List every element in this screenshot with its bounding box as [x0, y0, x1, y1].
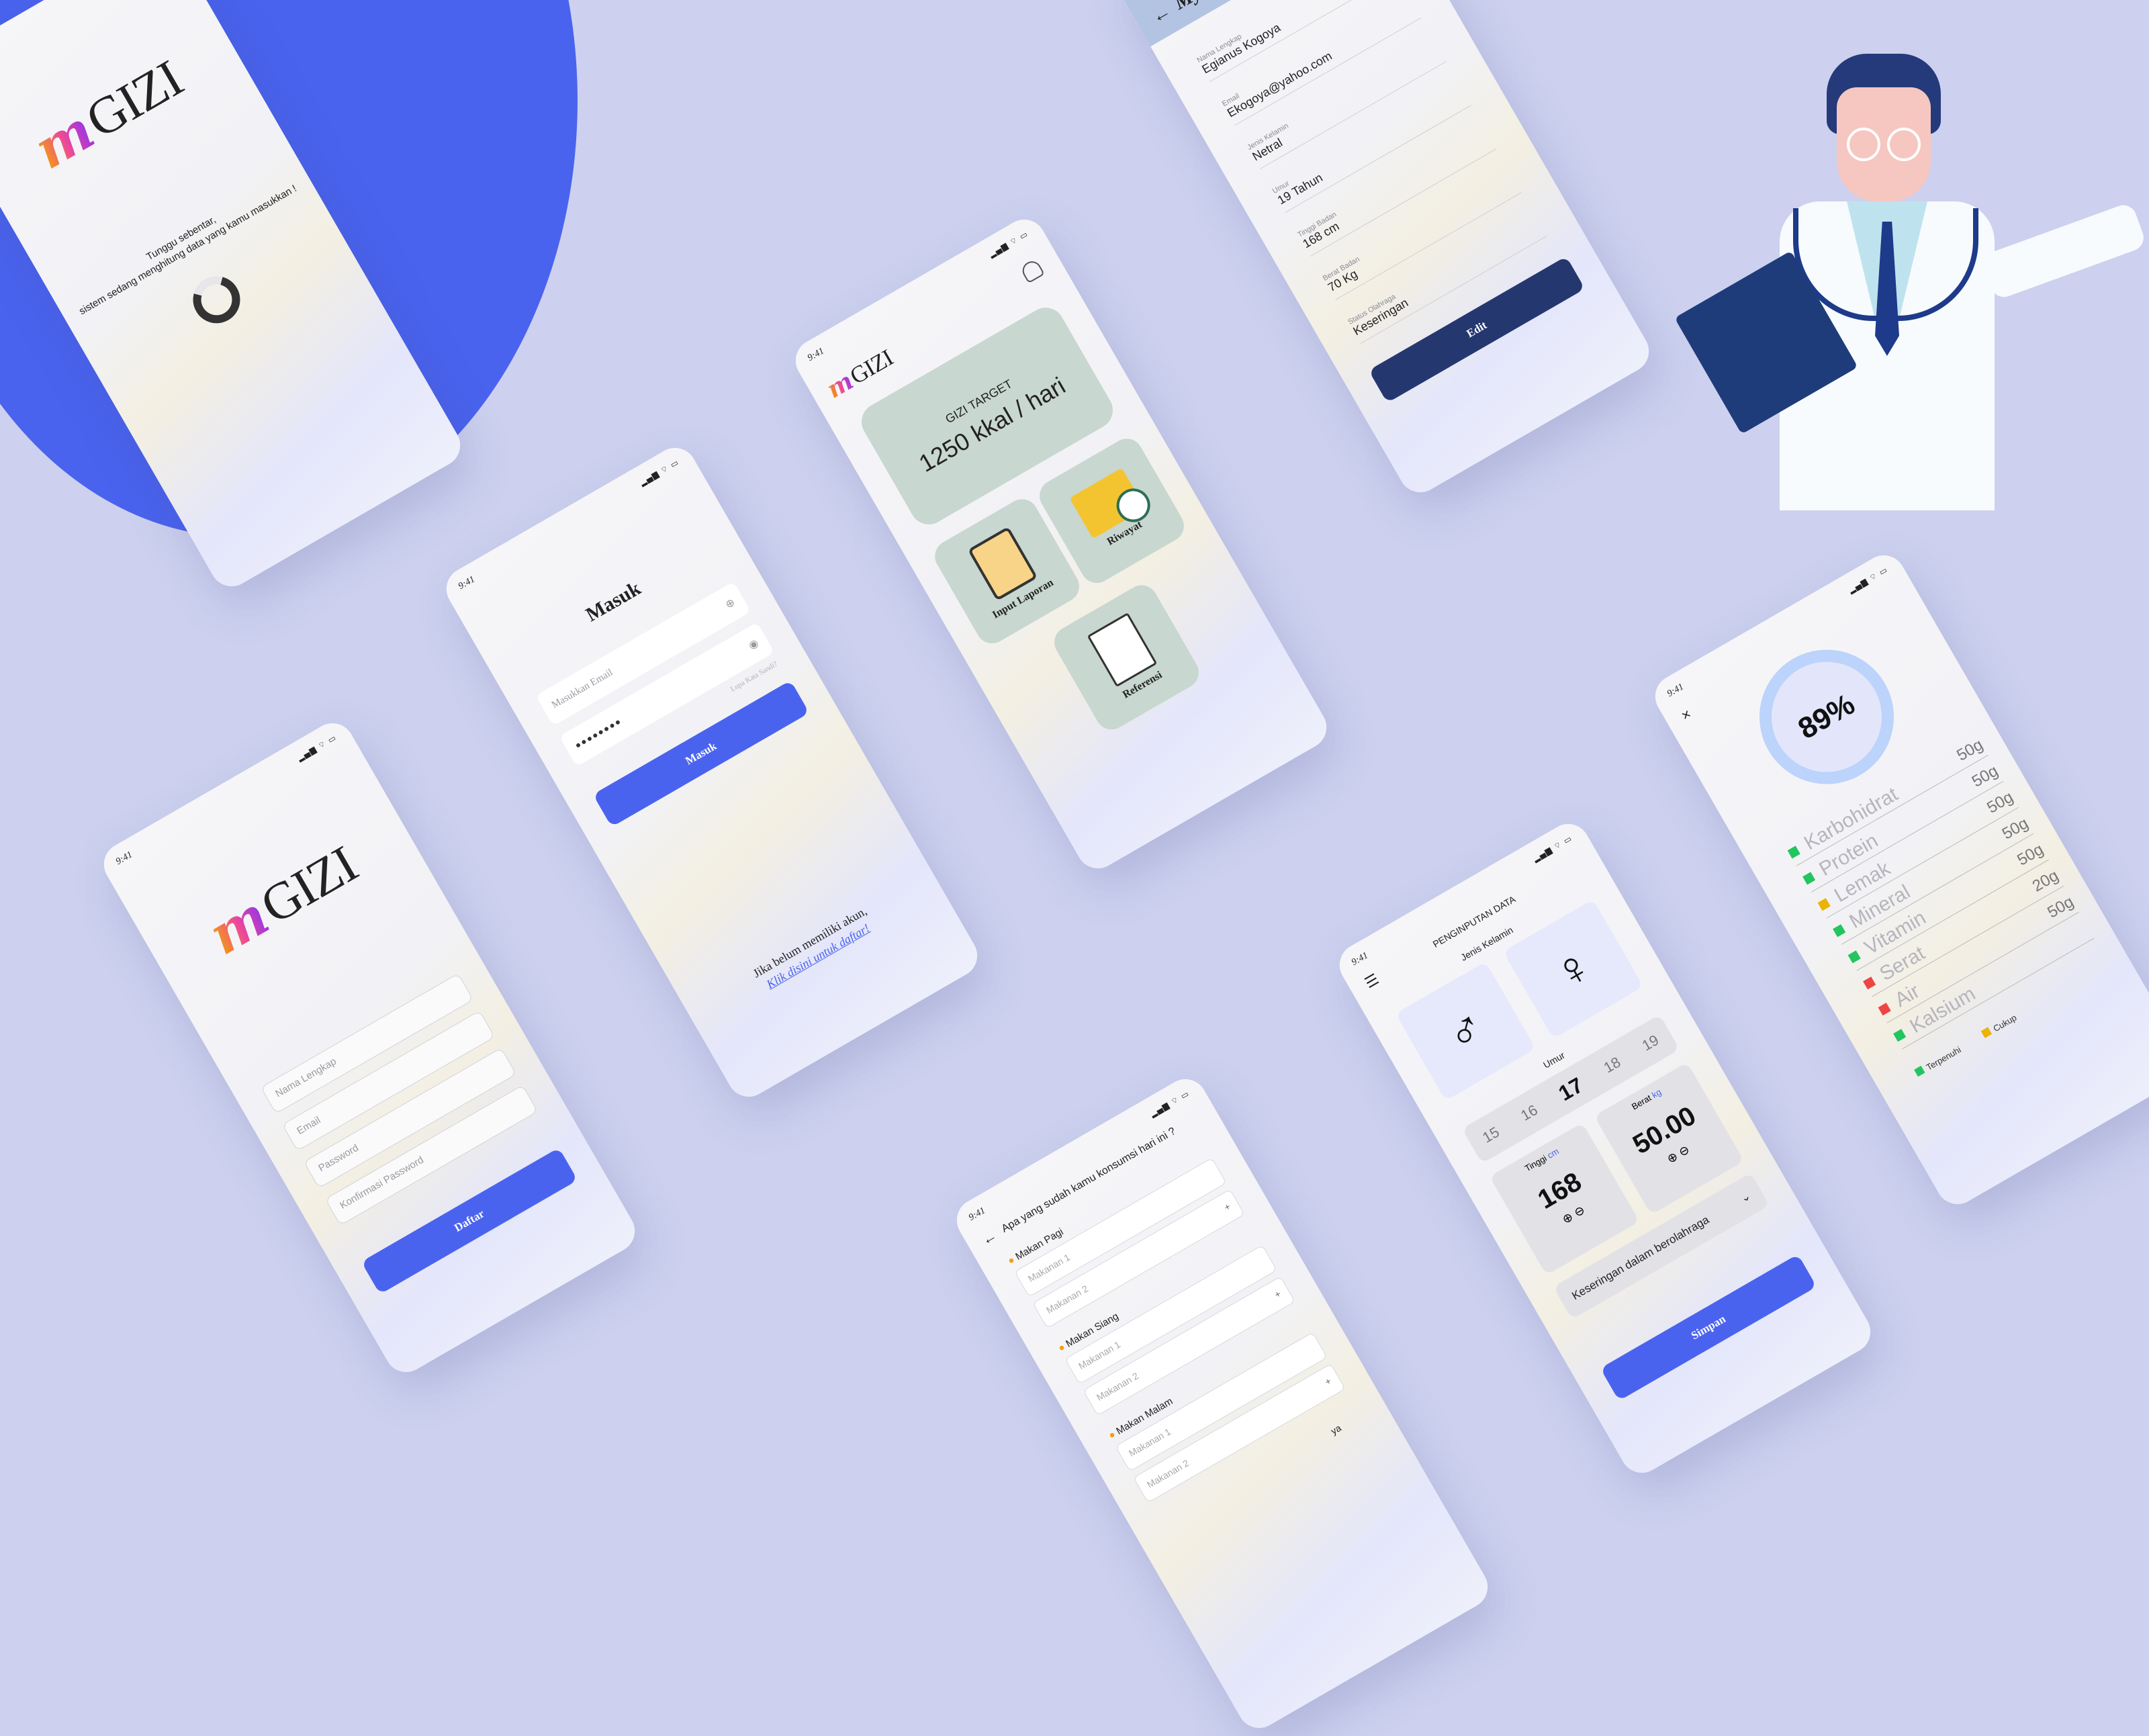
minus-icon[interactable]: ⊖: [1571, 1203, 1587, 1220]
plus-icon[interactable]: +: [1323, 1375, 1333, 1387]
back-arrow-icon[interactable]: ←: [978, 1227, 1000, 1250]
glasses-icon: [1847, 128, 1921, 161]
mail-icon: ⊕: [723, 596, 737, 611]
minus-icon[interactable]: ⊖: [1676, 1142, 1692, 1159]
status-indicator: [1847, 950, 1861, 963]
plus-icon[interactable]: +: [1222, 1201, 1232, 1213]
plus-icon[interactable]: +: [1273, 1288, 1283, 1300]
female-icon: ♀: [1544, 936, 1602, 1002]
status-indicator: [1802, 871, 1815, 885]
profile-icon[interactable]: [1019, 257, 1045, 284]
male-icon: ♂: [1436, 999, 1495, 1064]
status-indicator: [1878, 1002, 1891, 1015]
register-link[interactable]: Klik disini untuk daftar!: [692, 878, 944, 1034]
loading-text: Tunggu sebentar, sistem sedang menghitun…: [77, 183, 299, 318]
referensi-tile[interactable]: Referensi: [1048, 579, 1205, 735]
plus-icon[interactable]: ⊕: [1560, 1209, 1575, 1226]
doctor-arm: [1980, 201, 2148, 301]
plus-icon[interactable]: ⊕: [1665, 1149, 1680, 1166]
profile-screen: 9:41▂▄▆ ⌔ ▭ ← My Profile Nama Lengkap Eg…: [1110, 0, 1657, 500]
selected-age[interactable]: 17: [1554, 1072, 1587, 1106]
consumption-screen: 9:41 ▂▄▆ ⌔ ▭ ← Apa yang sudah kamu konsum…: [949, 1071, 1496, 1736]
status-indicator: [1817, 897, 1831, 911]
close-icon[interactable]: ×: [1678, 705, 1694, 725]
loading-spinner-icon: [184, 267, 249, 332]
status-bar: 9:41 ▂▄▆ ⌔ ▭: [114, 732, 338, 868]
footer-text: ya: [1328, 1422, 1343, 1437]
status-indicator: [1787, 845, 1800, 859]
doctor-illustration: [1674, 54, 2149, 510]
status-indicator: [1892, 1028, 1906, 1042]
nutrition-percent: 89%: [1792, 687, 1861, 746]
app-logo: m GIZI: [198, 834, 366, 967]
eye-icon[interactable]: ◉: [746, 636, 761, 652]
status-indicator: [1862, 976, 1876, 989]
register-screen: 9:41 ▂▄▆ ⌔ ▭ m GIZI Nama Lengkap Email Pa…: [96, 715, 643, 1380]
status-indicator: [1832, 923, 1845, 937]
register-prompt: Jika belum memiliki akun, Klik disini un…: [684, 864, 944, 1034]
app-logo: m GIZI: [24, 48, 191, 181]
chevron-down-icon: ⌄: [1738, 1189, 1753, 1205]
